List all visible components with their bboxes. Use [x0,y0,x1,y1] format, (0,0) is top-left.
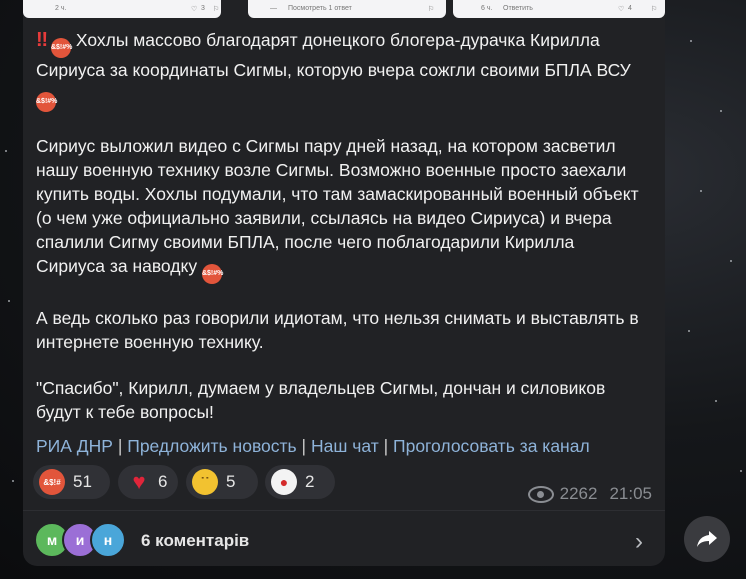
share-arrow-icon [697,531,717,547]
link-separator: | [383,436,389,456]
preview-likes: 4 [628,5,632,12]
link-separator: | [301,436,307,456]
reaction-count: 6 [158,472,168,491]
preview-time: 2 ч. [55,5,67,12]
comment-preview-strip: 2 ч. ♡ 3 ⚐ — Посмотреть 1 ответ ⚐ 6 ч. О… [23,0,665,20]
comments-button[interactable]: 6 коментарів [141,531,249,551]
preview-replies-link[interactable]: Посмотреть 1 ответ [288,5,352,12]
post-paragraph-1: ‼ &$!#% Хохлы массово благодарят донецко… [36,28,646,112]
link-ria-dnr[interactable]: РИА ДНР [36,436,113,456]
post-text: ‼ &$!#% Хохлы массово благодарят донецко… [36,28,646,446]
message-time: 21:05 [609,484,652,503]
clown-face-icon: ● [271,469,297,495]
neutral-face-icon: ˙˙ [192,469,218,495]
comment-preview-card[interactable]: — Посмотреть 1 ответ ⚐ [248,0,446,18]
preview-time: 6 ч. [481,5,493,12]
preview-reply-link[interactable]: Ответить [503,5,533,12]
link-separator: | [117,436,123,456]
post-paragraph-2: Сириус выложил видео с Сигмы пару дней н… [36,134,646,284]
reaction-count: 51 [73,472,92,491]
post-paragraph-3: А ведь сколько раз говорили идиотам, что… [36,308,639,352]
message-meta: 2262 21:05 [527,484,652,504]
comment-preview-card[interactable]: 6 ч. Ответить ♡ 4 ⚐ [453,0,665,18]
reaction-angry[interactable]: &$!# 51 [33,465,110,499]
link-our-chat[interactable]: Наш чат [311,436,379,456]
post-links: РИА ДНР | Предложить новость | Наш чат |… [36,436,590,457]
comment-preview-card[interactable]: 2 ч. ♡ 3 ⚐ [23,0,221,18]
reaction-count: 5 [226,472,236,491]
comments-divider [23,510,665,511]
flag-icon: ⚐ [651,6,658,13]
double-exclamation-icon: ‼ [36,29,48,51]
angry-face-icon: &$!# [39,469,65,495]
flag-icon: ⚐ [213,6,220,13]
reaction-count: 2 [305,472,315,491]
chevron-right-icon[interactable]: › [635,528,643,556]
reaction-clown[interactable]: ● 2 [265,465,335,499]
post-paragraph-4: "Спасибо", Кирилл, думаем у владельцев С… [36,378,606,422]
angry-face-icon: &$!#% [201,264,223,284]
message-bubble: 2 ч. ♡ 3 ⚐ — Посмотреть 1 ответ ⚐ 6 ч. О… [23,0,665,566]
heart-outline-icon: ♡ [191,6,198,13]
reaction-heart[interactable]: ♥ 6 [118,465,178,499]
avatar: н [90,522,126,558]
angry-face-icon: &$!#% [50,38,72,58]
view-count: 2262 [559,484,598,503]
heart-icon: ♥ [132,469,146,494]
reply-line-icon: — [270,5,277,12]
link-suggest-news[interactable]: Предложить новость [127,436,296,456]
eye-icon [527,485,554,503]
angry-face-icon: &$!#% [36,92,57,112]
flag-icon: ⚐ [428,6,435,13]
share-button[interactable] [684,516,730,562]
preview-likes: 3 [201,5,205,12]
reaction-neutral[interactable]: ˙˙ 5 [186,465,258,499]
link-vote-channel[interactable]: Проголосовать за канал [393,436,590,456]
heart-outline-icon: ♡ [618,6,625,13]
